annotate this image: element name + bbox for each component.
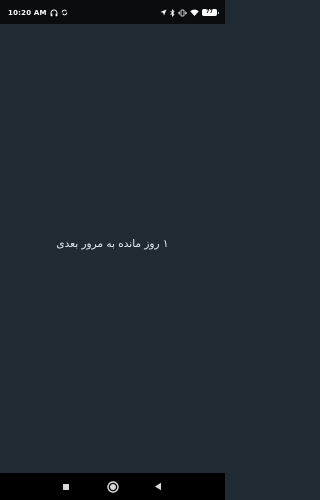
home-icon: [107, 480, 119, 493]
vibrate-icon: [178, 9, 187, 17]
back-icon: [154, 482, 162, 491]
recents-icon: [62, 483, 70, 491]
status-bar-left: 10:20 AM: [8, 8, 68, 17]
back-button[interactable]: [148, 473, 168, 500]
location-icon: [160, 9, 167, 16]
app-screen: 10:20 AM 77 ۱ روز مانده به مرور بعدی: [0, 0, 225, 500]
status-time: 10:20 AM: [8, 8, 47, 17]
home-button[interactable]: [103, 473, 123, 500]
navigation-bar: [0, 473, 225, 500]
recents-button[interactable]: [56, 473, 76, 500]
status-bar-right: 77: [160, 8, 219, 17]
next-review-message: ۱ روز مانده به مرور بعدی: [56, 238, 169, 250]
battery-icon: 77: [202, 9, 219, 16]
sync-icon: [61, 9, 68, 16]
wifi-icon: [190, 9, 199, 17]
headphones-icon: [50, 9, 58, 17]
bluetooth-icon: [170, 8, 175, 17]
status-bar: 10:20 AM 77: [0, 0, 225, 24]
